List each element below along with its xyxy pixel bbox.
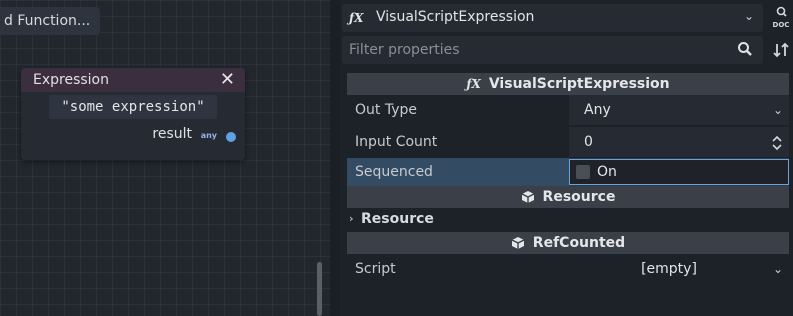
- input-count-spinbox[interactable]: 0: [569, 127, 789, 157]
- expression-value-field[interactable]: "some expression": [49, 95, 217, 119]
- result-port-label: result: [152, 126, 192, 142]
- expression-node-title: Expression: [33, 72, 109, 88]
- property-label: Script: [355, 261, 396, 277]
- section-header-refcounted: RefCounted: [347, 232, 789, 254]
- fx-icon: ƒX: [349, 11, 364, 25]
- visual-script-graph[interactable]: d Function... Expression ✕ "some express…: [0, 0, 330, 316]
- expression-node[interactable]: Expression ✕ "some expression" result an…: [21, 68, 245, 160]
- chevron-down-icon: ⌄: [772, 103, 783, 117]
- cube-icon: [521, 190, 535, 204]
- property-input-count[interactable]: Input Count 0: [347, 127, 789, 157]
- add-function-button[interactable]: d Function...: [0, 7, 101, 35]
- resource-picker-value: VisualScriptExpression: [376, 9, 535, 25]
- section-title: Resource: [542, 189, 616, 205]
- out-type-dropdown[interactable]: Any ⌄: [569, 95, 789, 125]
- filter-row: [342, 36, 793, 64]
- any-type-icon: any: [200, 131, 217, 140]
- property-label: Sequenced: [347, 158, 569, 186]
- property-value: 0: [584, 134, 593, 150]
- property-out-type[interactable]: Out Type Any ⌄: [347, 95, 789, 125]
- property-value: Any: [584, 102, 611, 118]
- property-script[interactable]: Script [empty] ⌄: [347, 254, 789, 284]
- chevron-right-icon: ›: [349, 212, 354, 225]
- chevron-down-icon[interactable]: ⌄: [744, 9, 754, 23]
- resource-picker[interactable]: ƒX VisualScriptExpression ⌄: [342, 4, 763, 32]
- section-title: VisualScriptExpression: [488, 76, 670, 92]
- checkbox-label: On: [597, 164, 617, 180]
- section-header-resource: Resource: [347, 186, 789, 208]
- graph-vertical-scrollbar[interactable]: [317, 262, 322, 316]
- cube-icon: [511, 236, 525, 250]
- doc-icon[interactable]: DOC: [771, 6, 791, 30]
- inspector-panel: ƒX VisualScriptExpression ⌄ DOC Filter p…: [340, 0, 793, 316]
- panel-splitter[interactable]: [330, 0, 340, 316]
- category-resource[interactable]: › Resource: [347, 208, 789, 230]
- property-value: [empty]: [641, 261, 697, 277]
- chevron-down-icon[interactable]: ⌄: [773, 254, 783, 284]
- script-resource-picker[interactable]: [empty] ⌄: [569, 254, 789, 284]
- property-sequenced[interactable]: Sequenced On: [347, 158, 789, 186]
- property-label: Out Type: [355, 102, 417, 118]
- fx-icon: ƒX: [466, 77, 481, 91]
- svg-text:DOC: DOC: [773, 21, 790, 29]
- search-icon: [737, 41, 753, 57]
- close-icon[interactable]: ✕: [220, 69, 235, 90]
- expression-node-titlebar[interactable]: Expression ✕: [21, 68, 245, 92]
- spinner-icon[interactable]: [771, 127, 783, 157]
- filter-properties-input[interactable]: [342, 36, 763, 64]
- sort-icon[interactable]: [772, 41, 790, 59]
- property-label: Input Count: [355, 134, 438, 150]
- category-label: Resource: [361, 211, 434, 227]
- sequenced-checkbox[interactable]: [576, 165, 590, 179]
- sequenced-checkbox-field[interactable]: On: [569, 159, 789, 185]
- result-output-port[interactable]: [226, 132, 236, 142]
- section-header-visualscriptexpression: ƒX VisualScriptExpression: [347, 73, 789, 95]
- section-title: RefCounted: [532, 235, 626, 251]
